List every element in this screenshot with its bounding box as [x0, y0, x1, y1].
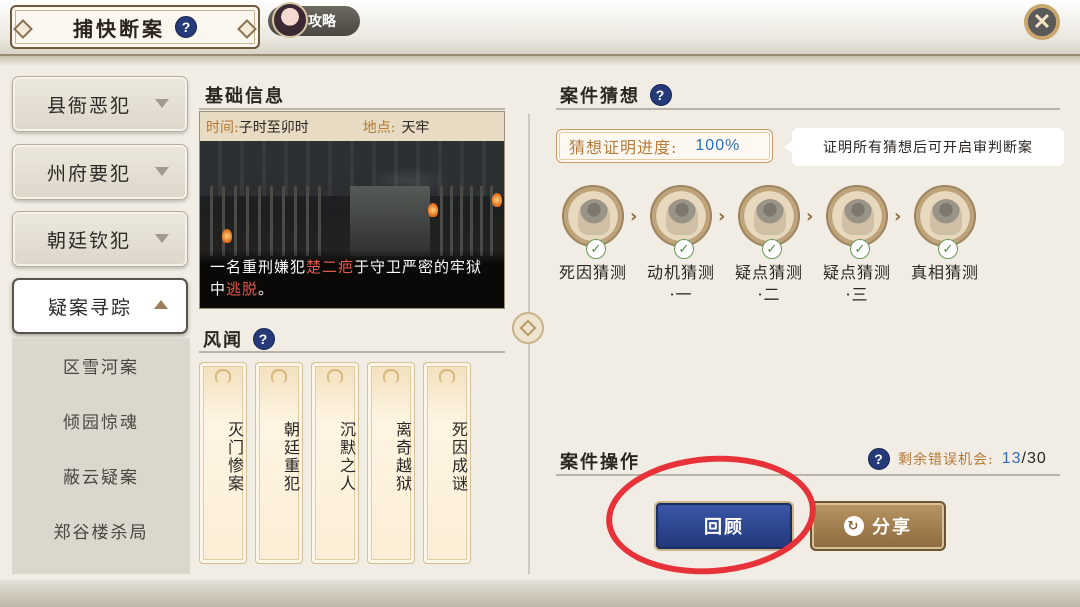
ornament-icon — [512, 312, 544, 344]
chevron-right-icon: › — [630, 206, 638, 227]
case-guess-title: 案件猜想 ? — [560, 82, 672, 108]
proof-progress: 猜想证明进度: 100% — [556, 129, 773, 163]
rumors-title: 风闻 ? — [203, 326, 275, 352]
chevron-right-icon: › — [894, 206, 902, 227]
step-label: 真相猜测 — [910, 263, 979, 282]
sub-item-case[interactable]: 郑谷楼杀局 — [12, 503, 190, 557]
guess-step-clue-2[interactable]: ✓ — [738, 185, 800, 259]
divider — [199, 351, 505, 353]
divider — [556, 474, 1060, 476]
check-icon: ✓ — [850, 239, 870, 259]
sidebar-item-label: 县衙恶犯 — [47, 94, 132, 117]
torch-icon — [222, 229, 232, 243]
guess-step-motive[interactable]: ✓ — [650, 185, 712, 259]
progress-value: 100% — [695, 137, 741, 154]
case-info-header: 时间: 子时至卯时 地点: 天牢 — [200, 112, 504, 141]
page-title-plate: 捕快断案 ? — [10, 5, 260, 49]
chevron-right-icon: › — [718, 206, 726, 227]
close-button[interactable]: ✕ — [1024, 4, 1060, 40]
chevron-down-icon — [155, 234, 169, 243]
step-label: 死因猜测 — [558, 263, 627, 282]
rumor-card[interactable]: 死因成谜 — [423, 362, 471, 564]
help-icon[interactable]: ? — [868, 448, 890, 470]
remaining-label: 剩余错误机会: — [898, 452, 994, 468]
sidebar-item-label: 州府要犯 — [47, 162, 132, 185]
share-icon: ↻ — [844, 516, 864, 536]
rumor-card[interactable]: 沉默之人 — [311, 362, 359, 564]
chevron-right-icon: › — [806, 206, 814, 227]
guess-step-clue-3[interactable]: ✓ — [826, 185, 888, 259]
case-caption: 一名重刑嫌犯楚二疤于守卫严密的牢狱中逃脱。 — [200, 250, 504, 308]
sidebar-item-imperial[interactable]: 朝廷钦犯 — [12, 211, 188, 267]
sidebar-item-mystery[interactable]: 疑案寻踪 — [12, 278, 188, 334]
bottom-bar — [0, 580, 1080, 607]
sidebar: 县衙恶犯 州府要犯 朝廷钦犯 疑案寻踪 区雪河案 倾园惊魂 蔽云疑案 郑谷楼杀局 — [0, 66, 196, 576]
sidebar-item-county[interactable]: 县衙恶犯 — [12, 76, 188, 132]
help-icon[interactable]: ? — [175, 16, 197, 38]
check-icon: ✓ — [586, 239, 606, 259]
divider — [556, 108, 1060, 110]
sub-list: 区雪河案 倾园惊魂 蔽云疑案 郑谷楼杀局 — [12, 338, 190, 574]
chevron-down-icon — [155, 99, 169, 108]
sub-item-case[interactable]: 倾园惊魂 — [12, 393, 190, 447]
figure-illustration-icon — [930, 199, 962, 235]
basic-info-title: 基础信息 — [205, 86, 285, 107]
remaining-chances: ? 剩余错误机会: 13/30 — [868, 448, 1047, 470]
rumor-card[interactable]: 离奇越狱 — [367, 362, 415, 564]
chevron-down-icon — [155, 167, 169, 176]
help-icon[interactable]: ? — [650, 84, 672, 106]
figure-illustration-icon — [754, 199, 786, 235]
sidebar-item-label: 疑案寻踪 — [48, 296, 133, 319]
torch-icon — [492, 193, 502, 207]
place-label: 地点: — [362, 119, 396, 136]
guess-step-cause-of-death[interactable]: ✓ — [562, 185, 624, 259]
close-icon: ✕ — [1032, 9, 1052, 34]
remaining-total: 30 — [1026, 450, 1047, 467]
sub-item-case[interactable]: 蔽云疑案 — [12, 448, 190, 502]
ornament-icon — [237, 19, 257, 39]
rumor-card[interactable]: 灭门惨案 — [199, 362, 247, 564]
hint-tooltip: 证明所有猜想后可开启审判断案 — [784, 128, 1064, 166]
chevron-up-icon — [154, 300, 168, 309]
case-operations-title: 案件操作 — [560, 452, 640, 473]
suspect-name: 楚二疤 — [306, 258, 355, 276]
check-icon: ✓ — [674, 239, 694, 259]
step-label: 疑点猜测 ·二 — [734, 263, 803, 304]
strategy-label: 攻略 — [308, 14, 336, 30]
prison-scene-image: 一名重刑嫌犯楚二疤于守卫严密的牢狱中逃脱。 — [200, 141, 504, 308]
place-value: 天牢 — [401, 119, 430, 136]
step-label: 疑点猜测 ·三 — [822, 263, 891, 304]
sidebar-item-prefecture[interactable]: 州府要犯 — [12, 144, 188, 200]
time-value: 子时至卯时 — [238, 119, 309, 136]
sidebar-item-label: 朝廷钦犯 — [47, 229, 132, 252]
step-label: 动机猜测 ·一 — [646, 263, 715, 304]
divider — [528, 114, 530, 574]
check-icon: ✓ — [938, 239, 958, 259]
sub-item-case[interactable]: 区雪河案 — [12, 338, 190, 392]
body-illustration-icon — [578, 199, 610, 235]
figure-illustration-icon — [666, 199, 698, 235]
case-info-card: 时间: 子时至卯时 地点: 天牢 一名重刑嫌犯楚二疤于守卫严密的牢狱中逃脱。 — [199, 111, 505, 309]
rumor-card[interactable]: 朝廷重犯 — [255, 362, 303, 564]
figure-illustration-icon — [842, 199, 874, 235]
review-button[interactable]: 回顾 — [654, 501, 794, 551]
guess-step-truth[interactable]: ✓ — [914, 185, 976, 259]
ornament-icon — [13, 19, 33, 39]
avatar[interactable] — [272, 2, 308, 38]
divider — [199, 108, 505, 110]
remaining-current: 13 — [1001, 450, 1022, 467]
torch-icon — [428, 203, 438, 217]
help-icon[interactable]: ? — [253, 328, 275, 350]
page-title: 捕快断案 — [73, 16, 165, 41]
check-icon: ✓ — [762, 239, 782, 259]
progress-label: 猜想证明进度: — [569, 138, 678, 157]
time-label: 时间: — [206, 119, 239, 136]
share-button[interactable]: ↻ 分享 — [810, 501, 946, 551]
